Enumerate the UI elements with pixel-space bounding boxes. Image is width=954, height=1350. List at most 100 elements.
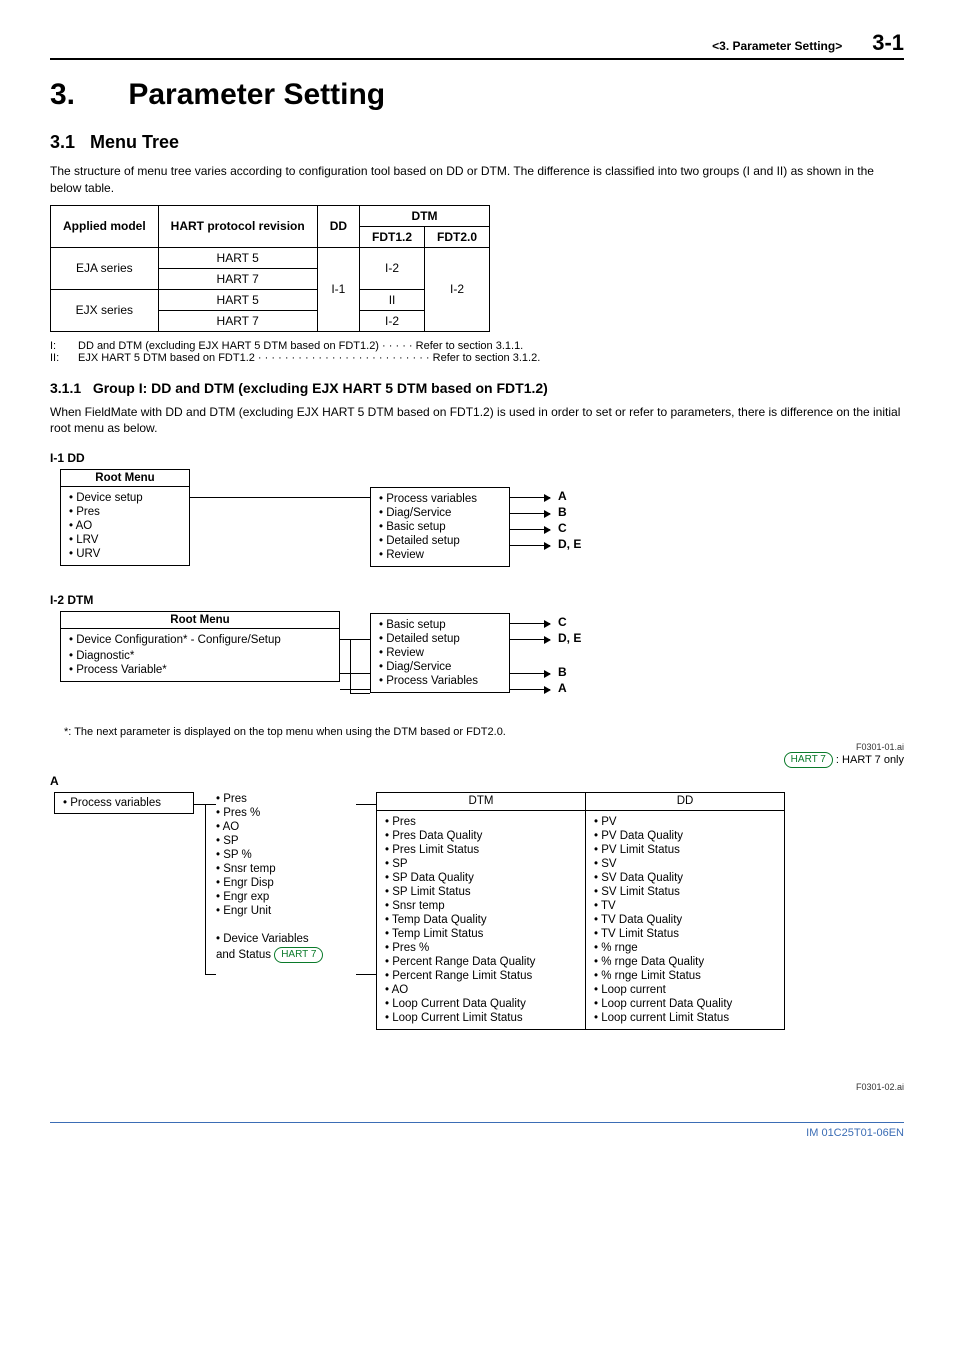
list-item: • TV <box>594 899 776 913</box>
list-item: • Pres <box>69 505 181 519</box>
list-item: • Loop current <box>594 983 776 997</box>
chapter-text: Parameter Setting <box>128 78 385 111</box>
th-hart: HART protocol revision <box>158 205 317 247</box>
list-item: • Review <box>379 646 501 660</box>
table-footnotes: I:DD and DTM (excluding EJX HART 5 DTM b… <box>50 340 904 364</box>
cell: HART 5 <box>158 247 317 268</box>
list-item: • Device setup <box>69 491 181 505</box>
list-item: • URV <box>69 547 181 561</box>
page-footer: IM 01C25T01-06EN <box>50 1122 904 1139</box>
cell: HART 5 <box>158 289 317 310</box>
a-mid-box: • Pres• Pres %• AO• SP• SP %• Snsr temp•… <box>216 792 356 964</box>
target-label: B <box>558 665 567 679</box>
list-item: • Diag/Service <box>379 506 501 520</box>
cell: I-2 <box>360 247 425 289</box>
i1-sub-box: • Process variables • Diag/Service • Bas… <box>370 487 510 567</box>
list-item: • Pres Limit Status <box>385 843 577 857</box>
target-label: C <box>558 521 567 535</box>
list-item: • AO <box>216 820 356 834</box>
figure-ref-1: F0301-01.ai <box>50 742 904 752</box>
list-item: • Snsr temp <box>385 899 577 913</box>
target-label: D, E <box>558 631 581 645</box>
i2-root-box: • Device Configuration* - Configure/Setu… <box>60 628 340 682</box>
hart7-badge-icon: HART 7 <box>784 752 833 768</box>
section-ref: <3. Parameter Setting> <box>712 39 842 53</box>
cell: HART 7 <box>158 268 317 289</box>
section-a-diagram: • Process variables • Pres• Pres %• AO• … <box>50 792 904 1072</box>
cell: II <box>360 289 425 310</box>
note-i-label: I: <box>50 340 78 352</box>
section-title: 3.1 Menu Tree <box>50 132 904 153</box>
subsection-title: 3.1.1 Group I: DD and DTM (excluding EJX… <box>50 380 904 396</box>
cell-eja: EJA series <box>51 247 159 289</box>
target-label: A <box>558 489 567 503</box>
section-a-label: A <box>50 774 904 788</box>
cell: I-2 <box>360 310 425 331</box>
list-item: • Engr exp <box>216 890 356 904</box>
list-item: • Snsr temp <box>216 862 356 876</box>
i1-diagram: Root Menu • Device setup • Pres • AO • L… <box>50 469 904 579</box>
list-item: • PV Limit Status <box>594 843 776 857</box>
list-item: • Engr Disp <box>216 876 356 890</box>
list-item: • Pres % <box>385 941 577 955</box>
list-item: • PV Data Quality <box>594 829 776 843</box>
subsection-text: Group I: DD and DTM (excluding EJX HART … <box>93 380 548 396</box>
cell-ejx: EJX series <box>51 289 159 331</box>
list-item: • Diagnostic* <box>69 649 331 663</box>
list-item: • LRV <box>69 533 181 547</box>
section-num: 3.1 <box>50 132 75 152</box>
list-item <box>216 918 356 932</box>
list-item: • SV Limit Status <box>594 885 776 899</box>
list-item: • % rnge Data Quality <box>594 955 776 969</box>
list-item: • TV Data Quality <box>594 913 776 927</box>
list-item: • Device Variables <box>216 932 356 946</box>
list-item: • Basic setup <box>379 520 501 534</box>
list-item: • SP <box>385 857 577 871</box>
chapter-num: 3. <box>50 78 120 112</box>
list-item: • % rnge Limit Status <box>594 969 776 983</box>
hart7-badge-icon: HART 7 <box>274 947 323 963</box>
cell: I-1 <box>317 247 359 331</box>
a-left-title: • Process variables <box>63 797 161 809</box>
list-item: • % rnge <box>594 941 776 955</box>
list-item: • Process variables <box>379 492 501 506</box>
list-item: • Process Variables <box>379 674 501 688</box>
list-item: • Loop current Data Quality <box>594 997 776 1011</box>
list-item: • AO <box>69 519 181 533</box>
list-item: and Status HART 7 <box>216 946 356 964</box>
a-dd-title: DD <box>586 793 784 811</box>
i1-root-box: • Device setup • Pres • AO • LRV • URV <box>60 486 190 566</box>
a-left-box: • Process variables <box>54 792 194 814</box>
th-fdt20: FDT2.0 <box>425 226 490 247</box>
i1-heading: I-1 DD <box>50 451 904 465</box>
th-dtm: DTM <box>360 205 490 226</box>
section-text: Menu Tree <box>90 132 179 152</box>
note-i-text: DD and DTM (excluding EJX HART 5 DTM bas… <box>78 340 523 352</box>
th-applied: Applied model <box>51 205 159 247</box>
list-item: • Percent Range Data Quality <box>385 955 577 969</box>
cell: HART 7 <box>158 310 317 331</box>
list-item: • Review <box>379 548 501 562</box>
a-dtm-box: DTM • Pres• Pres Data Quality• Pres Limi… <box>376 792 586 1030</box>
list-item: • SP <box>216 834 356 848</box>
i2-diagram: Root Menu • Device Configuration* - Conf… <box>50 611 904 716</box>
note-ii-label: II: <box>50 352 78 364</box>
list-item: • AO <box>385 983 577 997</box>
list-item: • TV Limit Status <box>594 927 776 941</box>
th-fdt12: FDT1.2 <box>360 226 425 247</box>
i2-root-title: Root Menu <box>60 611 340 628</box>
list-item: • Loop current Limit Status <box>594 1011 776 1025</box>
list-item: • Pres <box>216 792 356 806</box>
list-item: • Engr Unit <box>216 904 356 918</box>
intro-paragraph: The structure of menu tree varies accord… <box>50 163 904 197</box>
list-item: • Detailed setup <box>379 534 501 548</box>
subsection-body: When FieldMate with DD and DTM (excludin… <box>50 404 904 438</box>
list-item: • Temp Limit Status <box>385 927 577 941</box>
i2-sub-box: • Basic setup • Detailed setup • Review … <box>370 613 510 693</box>
note-ii-text: EJX HART 5 DTM based on FDT1.2 · · · · ·… <box>78 352 540 364</box>
a-dtm-title: DTM <box>377 793 585 811</box>
target-label: D, E <box>558 537 581 551</box>
hart7-legend-text: : HART 7 only <box>833 754 904 766</box>
i2-heading: I-2 DTM <box>50 593 904 607</box>
target-label: B <box>558 505 567 519</box>
